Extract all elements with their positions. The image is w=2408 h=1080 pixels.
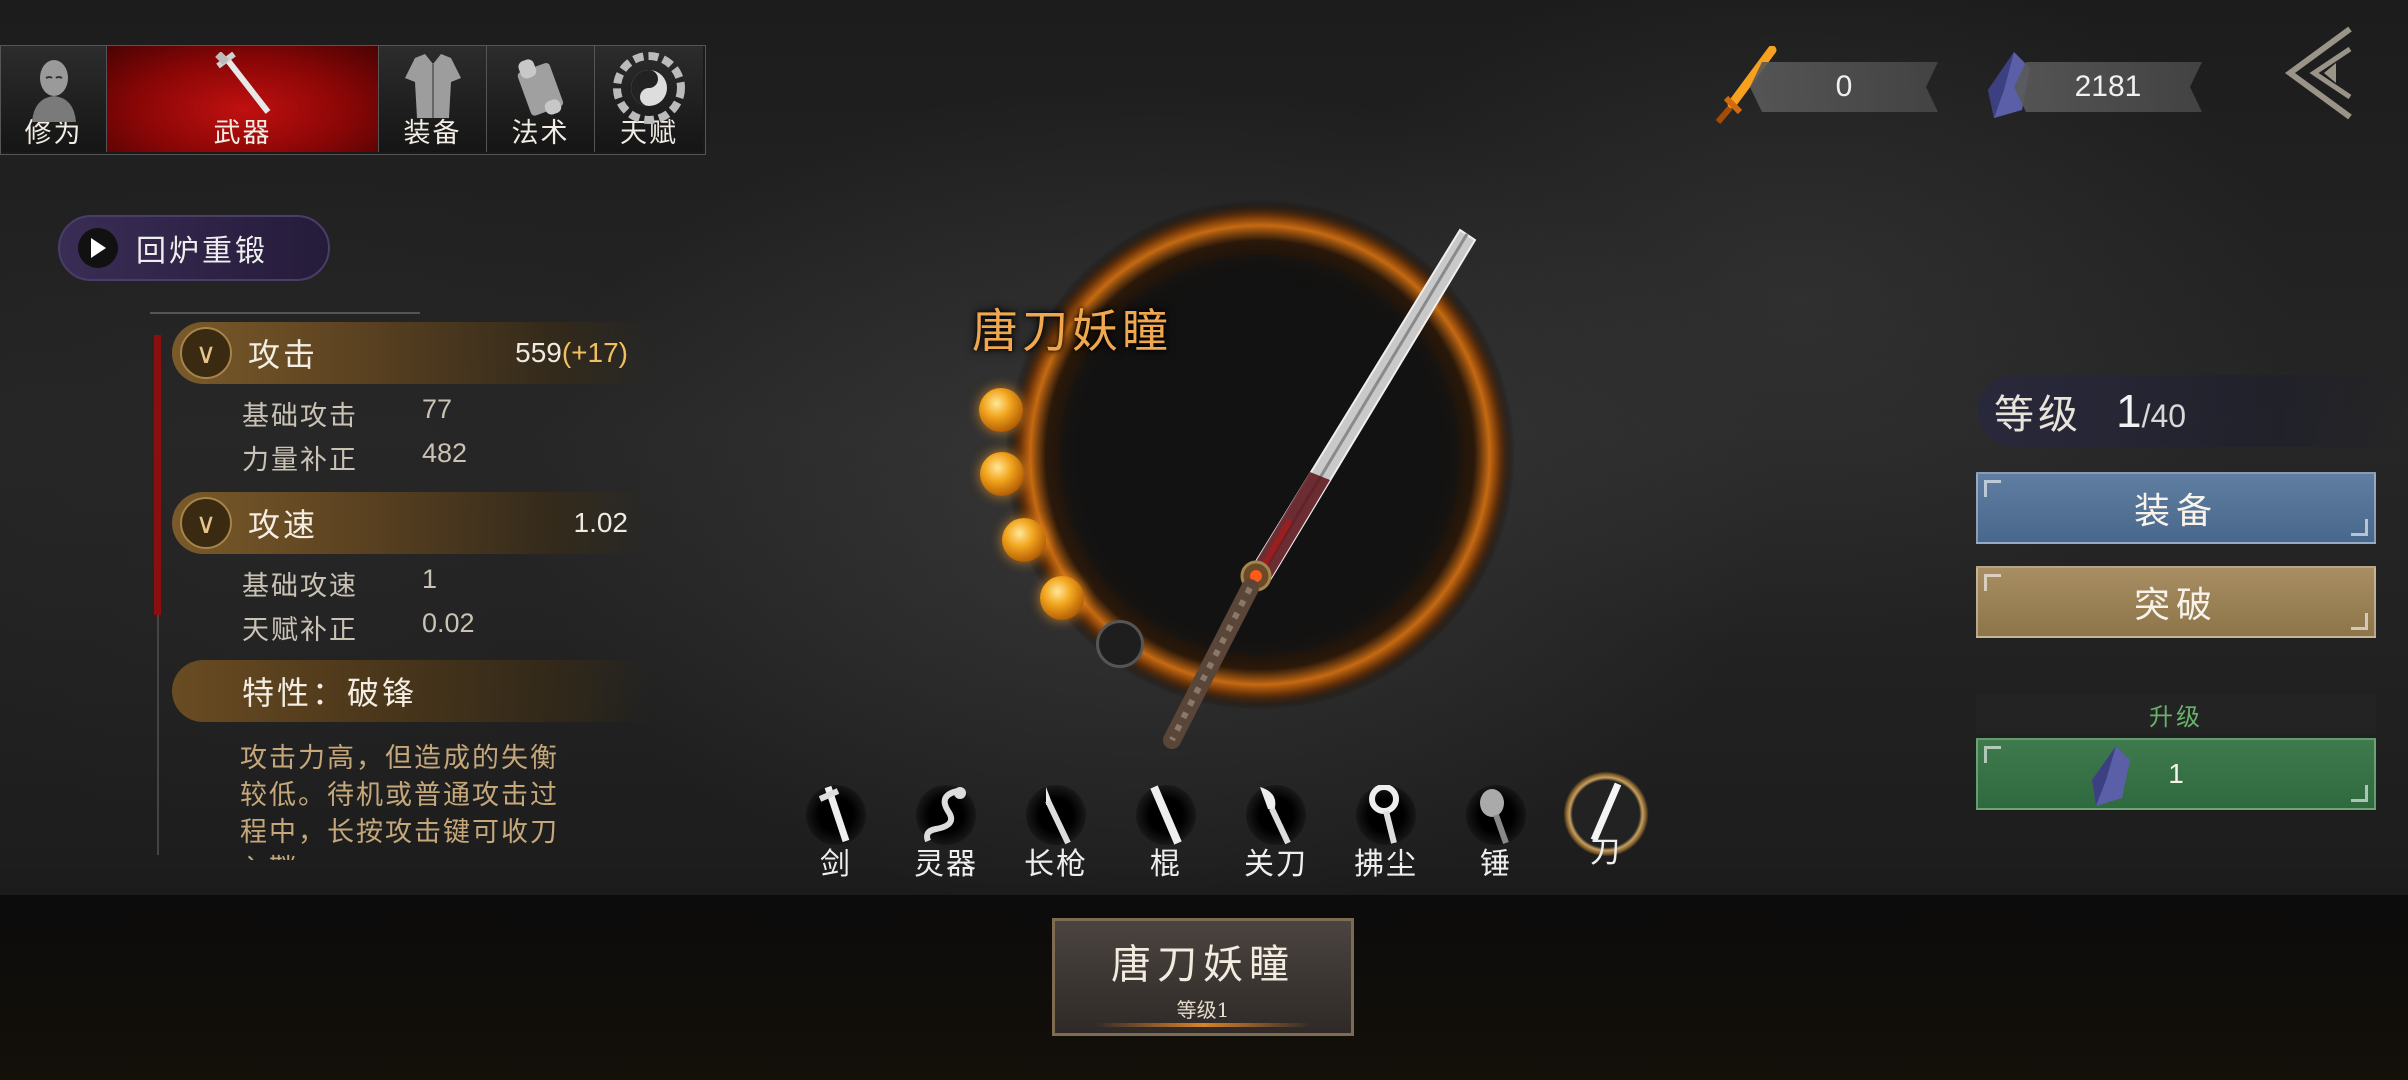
reforge-label: 回炉重锻 [136, 234, 268, 269]
weapon-type-label: 棍 [1150, 847, 1182, 882]
speed-label: 攻速 [248, 506, 319, 544]
weapon-type-label: 长枪 [1024, 847, 1088, 882]
upgrade-orb-filled [980, 452, 1024, 496]
scroll-icon [517, 59, 563, 116]
trait-header: 特性：破锋 [172, 660, 652, 722]
sub-label: 基础攻击 [242, 401, 358, 432]
level-current: 1 [2116, 385, 2142, 437]
sub-value: 482 [422, 438, 468, 468]
equip-label: 装备 [2133, 491, 2218, 532]
crystal-value: 2181 [2074, 70, 2142, 103]
equip-button[interactable]: 装备 [1976, 472, 2376, 544]
play-icon [78, 228, 118, 268]
breakthrough-label: 突破 [2133, 585, 2218, 626]
chevron-down-icon: ∨ [180, 327, 232, 379]
upgrade-cost: 1 [2168, 758, 2184, 789]
sub-value: 1 [422, 564, 438, 594]
tang-blade-image [1163, 228, 1477, 749]
upgrade-button[interactable]: 1 [1976, 738, 2376, 810]
crystal-count: 2181 [2014, 62, 2202, 112]
weapon-type-label: 拂尘 [1354, 847, 1418, 882]
chevron-down-icon: ∨ [180, 497, 232, 549]
whisk-icon [1369, 785, 1399, 844]
base-attack-row: 基础攻击 77 [242, 394, 452, 433]
sword-type-icon [818, 785, 850, 843]
upgrade-title: 升级 [1976, 694, 2376, 734]
weapon-name-plate: 唐刀妖瞳 等级1 [1052, 918, 1354, 1036]
level-display: 等级 1 /40 [1978, 375, 2408, 447]
attack-value: 559 [515, 337, 562, 368]
plate-underline [1095, 1023, 1311, 1027]
sub-value: 77 [422, 394, 453, 424]
breakthrough-button[interactable]: 突破 [1976, 566, 2376, 638]
strength-bonus-row: 力量补正 482 [242, 438, 467, 477]
upgrade-orb-filled [1040, 576, 1084, 620]
weapon-type-label: 刀 [1590, 835, 1622, 870]
sword-icon [214, 52, 270, 114]
trait-label: 特性：破锋 [242, 674, 418, 712]
weapon-type-label: 关刀 [1244, 847, 1308, 882]
sub-value: 0.02 [422, 608, 475, 638]
armor-icon [404, 54, 461, 118]
upgrade-orb-filled [1002, 518, 1046, 562]
blade-shard-count: 0 [1750, 62, 1938, 112]
weapon-type-whisk[interactable]: 拂尘 [1346, 785, 1426, 885]
scroll-indicator[interactable] [154, 335, 161, 615]
sub-label: 基础攻速 [242, 571, 358, 602]
divider [150, 312, 420, 314]
tab-weapon[interactable]: 武器 [107, 46, 379, 152]
weapon-type-label: 灵器 [914, 847, 978, 882]
sub-label: 天赋补正 [242, 615, 358, 646]
dragon-icon [924, 787, 966, 843]
attack-bonus: (+17) [561, 337, 628, 368]
weapon-type-hammer[interactable]: 锤 [1456, 785, 1536, 885]
weapon-type-label: 锤 [1480, 847, 1512, 882]
tab-talent[interactable]: 天赋 [595, 46, 703, 152]
attack-label: 攻击 [248, 336, 319, 374]
base-speed-row: 基础攻速 1 [242, 564, 437, 603]
crystal-icon [2092, 746, 2130, 806]
bagua-icon [613, 52, 685, 124]
blade-shard-value: 0 [1835, 70, 1853, 103]
staff-icon [1150, 785, 1182, 845]
level-max: /40 [2141, 397, 2187, 434]
weapon-type-glaive[interactable]: 关刀 [1236, 785, 1316, 885]
plate-weapon-name: 唐刀妖瞳 [1111, 941, 1295, 988]
weapon-type-spear[interactable]: 长枪 [1016, 785, 1096, 885]
tab-spells[interactable]: 法术 [487, 46, 595, 152]
scroll-track [157, 615, 159, 855]
glaive-icon [1260, 787, 1291, 845]
hammer-icon [1480, 789, 1509, 845]
back-icon[interactable] [2280, 25, 2360, 121]
weapon-type-sword[interactable]: 剑 [796, 785, 876, 885]
speed-value: 1.02 [573, 507, 629, 538]
trait-description: 攻击力高，但造成的失衡较低。待机或普通攻击过程中，长按攻击键可收刀入鞘 [240, 743, 559, 860]
spear-icon [1045, 787, 1071, 845]
plate-level: 等级1 [1176, 997, 1230, 1022]
weapon-type-spirit[interactable]: 灵器 [906, 785, 986, 885]
attack-value-wrap: 559(+17) [515, 337, 628, 369]
weapon-type-staff[interactable]: 棍 [1126, 785, 1206, 885]
reforge-button[interactable]: 回炉重锻 [58, 215, 330, 281]
level-label: 等级 [1994, 392, 2082, 438]
tab-cultivation[interactable]: 修为 [1, 46, 107, 152]
tab-equipment[interactable]: 装备 [379, 46, 487, 152]
top-tab-bar: 修为 武器 装备 法术 天赋 [0, 45, 706, 155]
upgrade-orb-empty [1096, 620, 1144, 668]
upgrade-orb-filled [979, 388, 1023, 432]
speed-header[interactable]: ∨ 攻速 1.02 [172, 492, 652, 554]
weapon-type-label: 剑 [820, 847, 852, 882]
talent-bonus-row: 天赋补正 0.02 [242, 608, 475, 647]
attack-header[interactable]: ∨ 攻击 559(+17) [172, 322, 652, 384]
monk-head-icon [31, 60, 76, 122]
sub-label: 力量补正 [242, 445, 358, 476]
weapon-type-blade[interactable]: 刀 [1563, 771, 1649, 885]
